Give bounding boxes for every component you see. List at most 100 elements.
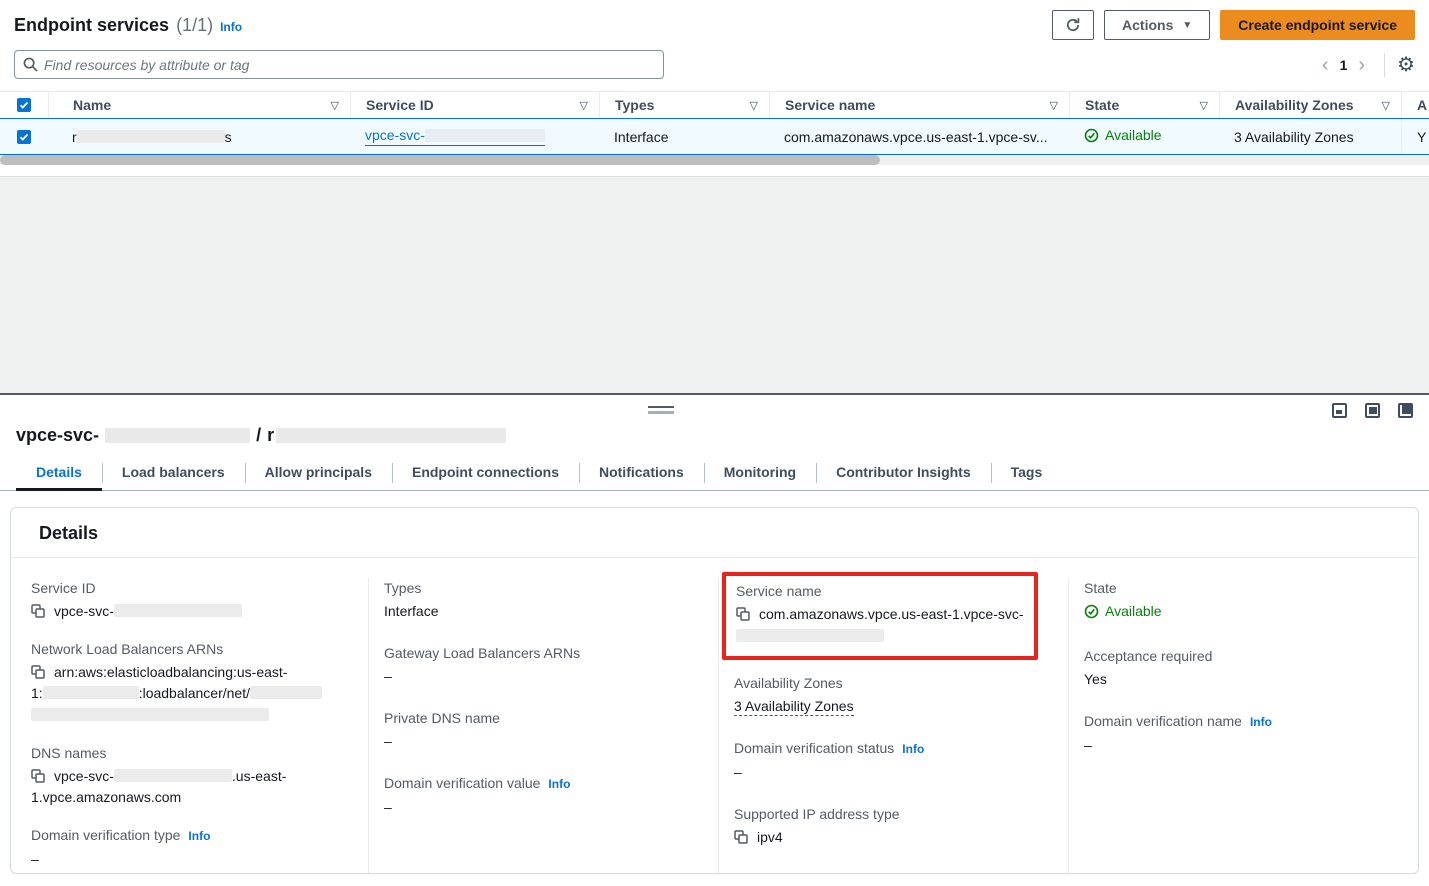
field-label: Acceptance required: [1084, 646, 1402, 666]
redacted-text: [250, 686, 322, 699]
refresh-button[interactable]: [1052, 10, 1094, 40]
cell-service-name: com.amazonaws.vpce.us-east-1.vpce-sv...: [769, 129, 1069, 145]
tab-bar: Details Load balancers Allow principals …: [0, 458, 1429, 491]
filter-icon[interactable]: ▽: [750, 99, 769, 112]
column-header-availability-zones[interactable]: Availability Zones ▽: [1219, 92, 1401, 118]
copy-icon[interactable]: [736, 607, 750, 621]
field-value: Yes: [1084, 669, 1402, 690]
column-label: A: [1417, 97, 1427, 113]
panel-half-size-icon[interactable]: [1365, 403, 1380, 418]
filter-icon[interactable]: ▽: [580, 99, 599, 112]
tab-tags[interactable]: Tags: [991, 458, 1063, 490]
field-value: .us-east-: [232, 768, 286, 784]
field-private-dns-name: Private DNS name –: [384, 708, 702, 752]
copy-icon[interactable]: [734, 830, 748, 844]
field-label: Domain verification status: [734, 740, 894, 756]
column-header-state[interactable]: State ▽: [1069, 92, 1219, 118]
field-value: ipv4: [757, 829, 783, 845]
field-value: 1:: [31, 685, 43, 701]
field-supported-ip: Supported IP address type ipv4: [734, 804, 1052, 848]
header-info-link[interactable]: Info: [220, 20, 242, 34]
field-label: Network Load Balancers ARNs: [31, 639, 352, 659]
column-header-overflow[interactable]: A: [1401, 92, 1429, 118]
service-id-link[interactable]: vpce-svc-: [365, 127, 545, 146]
field-glb-arns: Gateway Load Balancers ARNs –: [384, 643, 702, 687]
settings-gear-icon[interactable]: ⚙: [1397, 55, 1415, 75]
field-value: –: [384, 731, 702, 752]
tab-endpoint-connections[interactable]: Endpoint connections: [392, 458, 579, 490]
panel-title-second: r: [267, 425, 274, 446]
field-value: vpce-svc-: [54, 768, 114, 784]
field-value: :loadbalancer/net/: [139, 685, 250, 701]
tab-monitoring[interactable]: Monitoring: [704, 458, 816, 490]
copy-icon[interactable]: [31, 665, 45, 679]
availability-zones-popover[interactable]: 3 Availability Zones: [734, 698, 854, 716]
table-bottom-edge: [0, 165, 1429, 177]
overflow-text: Y: [1417, 129, 1426, 145]
column-header-name[interactable]: Name ▽: [48, 92, 350, 118]
cell-overflow: Y: [1401, 119, 1429, 154]
details-heading: Details: [11, 508, 1418, 558]
name-text: r: [72, 129, 77, 145]
column-header-types[interactable]: Types ▽: [599, 92, 769, 118]
copy-icon[interactable]: [31, 769, 45, 783]
page-number[interactable]: 1: [1336, 57, 1352, 73]
field-label: Gateway Load Balancers ARNs: [384, 643, 702, 663]
split-panel: vpce-svc- / r Details Load balancers All…: [0, 393, 1429, 886]
tab-load-balancers[interactable]: Load balancers: [102, 458, 245, 490]
create-label: Create endpoint service: [1238, 17, 1397, 33]
panel-title-prefix: vpce-svc-: [16, 425, 99, 446]
select-all-checkbox[interactable]: [17, 98, 31, 112]
column-header-service-name[interactable]: Service name ▽: [769, 92, 1069, 118]
filter-icon[interactable]: ▽: [1382, 99, 1401, 112]
actions-button[interactable]: Actions ▼: [1104, 10, 1210, 40]
search-input[interactable]: [44, 57, 655, 73]
field-label: Supported IP address type: [734, 804, 1052, 824]
field-value: –: [1084, 735, 1402, 756]
panel-full-size-icon[interactable]: [1398, 403, 1413, 418]
field-value: –: [734, 762, 1052, 783]
field-label: State: [1084, 578, 1402, 598]
redacted-text: [276, 428, 506, 443]
tab-notifications[interactable]: Notifications: [579, 458, 704, 490]
row-checkbox[interactable]: [17, 130, 31, 144]
field-label: Availability Zones: [734, 673, 1052, 693]
filter-icon[interactable]: ▽: [1200, 99, 1219, 112]
availability-zones-popover[interactable]: 3 Availability Zones: [1234, 129, 1354, 145]
table-row[interactable]: rs vpce-svc- Interface com.amazonaws.vpc…: [0, 118, 1429, 155]
field-label: Domain verification type: [31, 827, 180, 843]
info-link[interactable]: Info: [188, 829, 210, 843]
create-endpoint-service-button[interactable]: Create endpoint service: [1220, 10, 1415, 40]
details-card: Details Service ID vpce-svc- Network Loa…: [10, 507, 1419, 874]
field-value: 1.vpce.amazonaws.com: [31, 789, 181, 805]
copy-icon[interactable]: [31, 604, 45, 618]
field-label: DNS names: [31, 743, 352, 763]
field-service-name: Service name com.amazonaws.vpce.us-east-…: [736, 581, 1024, 647]
filter-icon[interactable]: ▽: [1050, 99, 1069, 112]
check-circle-icon: [1084, 128, 1099, 143]
divider: [1384, 53, 1385, 77]
panel-title-separator: /: [256, 425, 261, 446]
service-id-text: vpce-svc-: [365, 127, 425, 143]
chevron-right-icon[interactable]: ›: [1351, 55, 1372, 75]
info-link[interactable]: Info: [902, 742, 924, 756]
actions-label: Actions: [1122, 17, 1173, 33]
scrollbar-thumb[interactable]: [0, 155, 880, 165]
panel-bottom-position-icon[interactable]: [1332, 403, 1347, 418]
search-box[interactable]: [14, 50, 664, 79]
column-header-service-id[interactable]: Service ID ▽: [350, 92, 599, 118]
field-value: arn:aws:elasticloadbalancing:us-east-: [54, 664, 287, 680]
column-label: Service ID: [366, 97, 434, 113]
tab-details[interactable]: Details: [16, 458, 102, 490]
drag-handle-icon[interactable]: [648, 406, 674, 414]
tab-allow-principals[interactable]: Allow principals: [245, 458, 392, 490]
page-count: (1/1): [176, 15, 213, 36]
tab-contributor-insights[interactable]: Contributor Insights: [816, 458, 991, 490]
filter-icon[interactable]: ▽: [331, 99, 350, 112]
chevron-left-icon[interactable]: ‹: [1315, 55, 1336, 75]
field-domain-verification-name: Domain verification nameInfo –: [1084, 711, 1402, 756]
table-header-row: Name ▽ Service ID ▽ Types ▽ Service name…: [0, 91, 1429, 118]
info-link[interactable]: Info: [1250, 715, 1272, 729]
name-text: s: [225, 129, 232, 145]
info-link[interactable]: Info: [548, 777, 570, 791]
